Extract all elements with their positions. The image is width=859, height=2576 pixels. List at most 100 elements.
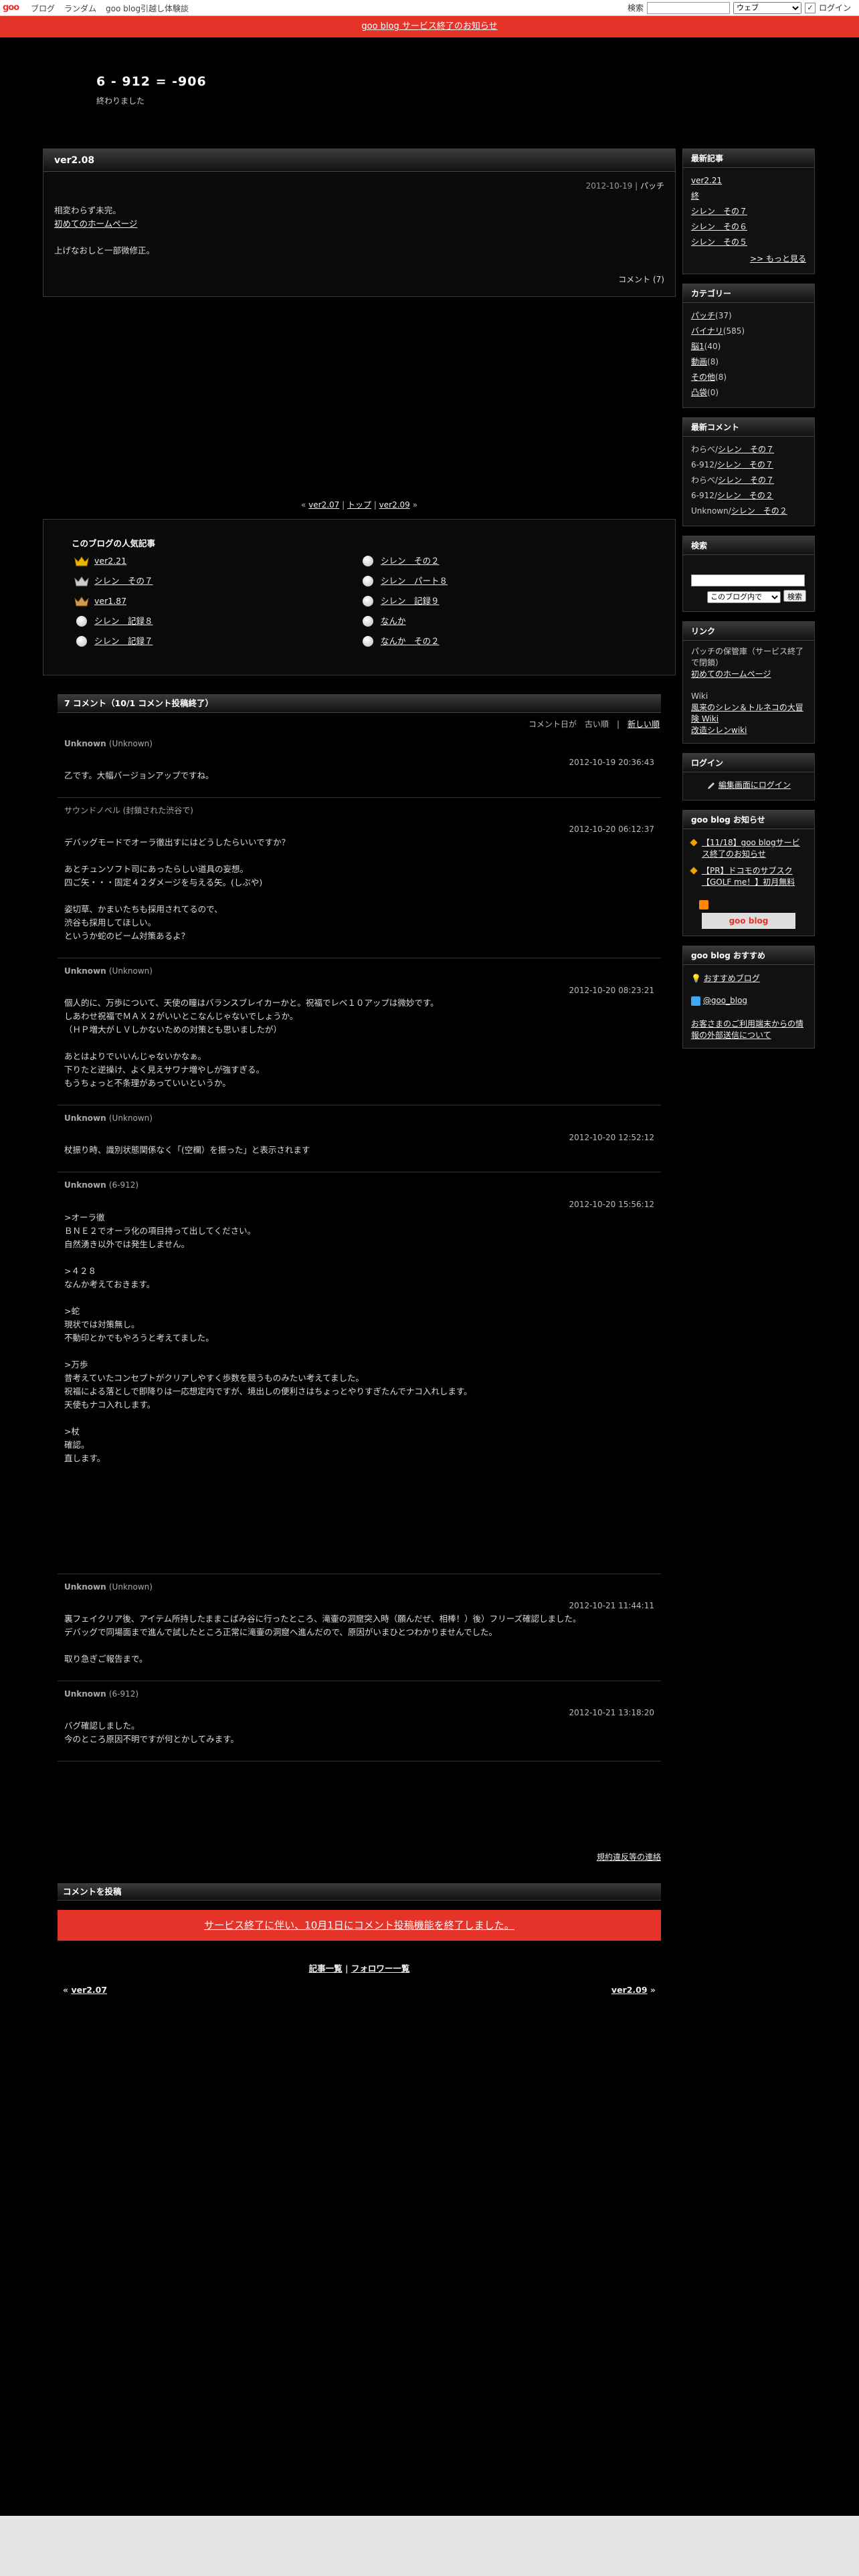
popular-left-4[interactable]: シレン 記録８ — [94, 615, 153, 627]
blog-search-title: 検索 — [683, 536, 814, 555]
article-category[interactable]: パッチ — [640, 181, 664, 191]
follower-list-link[interactable]: フォロワー一覧 — [351, 1963, 410, 1973]
news-link[interactable]: 【11/18】goo blogサービス終了のお知らせ — [702, 837, 806, 860]
rss-icon[interactable] — [699, 899, 708, 909]
recent-post-link[interactable]: ver2.21 — [691, 176, 722, 185]
category-count: (40) — [704, 342, 721, 351]
comment-order-new[interactable]: 新しい順 — [628, 720, 660, 729]
recent-post-link[interactable]: シレン その７ — [691, 207, 747, 216]
comment-order-old: 古い順 — [584, 720, 609, 729]
blog-search-scope[interactable]: このブログ内で — [707, 591, 781, 603]
category-link[interactable]: 脳1 — [691, 342, 704, 351]
blog-search-input[interactable] — [691, 574, 805, 586]
popular-left-1[interactable]: ver2.21 — [94, 554, 126, 567]
pencil-icon — [708, 782, 715, 789]
article-body: 相変わらず未完。 初めてのホームページ 上げなおしと一部微修正。 — [54, 204, 155, 257]
blog-title[interactable]: 6 - 912 = -906 — [96, 72, 207, 92]
comment-post-link[interactable]: シレン その２ — [731, 506, 787, 516]
service-end-notice: goo blog サービス終了のお知らせ — [0, 16, 859, 37]
comment-closed-link[interactable]: サービス終了に伴い、10月1日にコメント投稿機能を終了しました。 — [204, 1919, 514, 1931]
comment-text: 乙です。大幅バージョンアップですね。 — [64, 770, 214, 780]
popular-item: シレン 記録７ — [74, 635, 153, 647]
login-icon[interactable]: ✓ — [805, 3, 816, 14]
comment-post-link[interactable]: シレン その２ — [717, 491, 773, 500]
twitter-link[interactable]: @goo_blog — [703, 996, 747, 1005]
link-desc: パッチの保管庫（サービス終了で閉鎖） — [691, 647, 804, 667]
popular-item: なんか その２ — [361, 635, 440, 647]
page-footer-bar — [0, 2516, 859, 2576]
comment-post-link[interactable]: シレン その７ — [718, 445, 774, 454]
popular-left-5[interactable]: シレン 記録７ — [94, 635, 153, 647]
pager-top[interactable]: トップ — [347, 500, 371, 510]
goo-logo[interactable]: goo — [3, 1, 19, 15]
popular-right-5[interactable]: なんか その２ — [381, 635, 440, 647]
twitter-icon — [691, 996, 700, 1006]
pager-next[interactable]: ver2.09 — [379, 500, 410, 510]
popular-right-2[interactable]: シレン パート８ — [381, 574, 448, 587]
category-link[interactable]: 動画 — [691, 357, 707, 366]
prev-article-link[interactable]: ver2.07 — [71, 1985, 107, 1995]
news-link[interactable]: 【PR】ドコモのサブスク【GOLF me！】初月無料 — [702, 865, 806, 888]
edit-login-link[interactable]: 編集画面にログイン — [719, 780, 791, 790]
link-shiren-wiki[interactable]: 風来のシレン＆トルネコの大冒険 Wiki — [691, 703, 803, 724]
links: リンク パッチの保管庫（サービス終了で閉鎖） 初めてのホームページ Wiki 風… — [682, 621, 815, 744]
popular-right-4[interactable]: なんか — [381, 615, 406, 627]
service-end-link[interactable]: goo blog サービス終了のお知らせ — [361, 21, 497, 31]
category-link[interactable]: パッチ — [691, 311, 715, 320]
article-pager: « ver2.07 | トップ | ver2.09 » — [301, 500, 417, 510]
category-link[interactable]: その他 — [691, 372, 715, 382]
more-posts-link[interactable]: >> もっと見る — [750, 254, 806, 263]
categories-title: カテゴリー — [683, 284, 814, 303]
comment-post-link[interactable]: シレン その７ — [718, 475, 774, 485]
popular-left-2[interactable]: シレン その７ — [94, 574, 153, 587]
top-nav-random[interactable]: ランダム — [64, 3, 96, 15]
popular-item: なんか — [361, 615, 406, 627]
comment-text: >オーラ徹 ＢＮＥ２でオーラ化の項目持って出してください。 自然湧き以外では発生… — [64, 1212, 472, 1463]
bullet-icon — [690, 867, 698, 875]
recent-post-link[interactable]: シレン その６ — [691, 222, 747, 231]
article-title: ver2.08 — [43, 149, 675, 172]
next-article-link[interactable]: ver2.09 — [611, 1985, 648, 1995]
article-link[interactable]: 初めてのホームページ — [54, 219, 137, 229]
comment-item: Unknown (Unknown) 2012-10-21 11:44:11 裏フェイ… — [58, 1574, 661, 1681]
recent-post-link[interactable]: シレン その５ — [691, 237, 747, 247]
article-list-link[interactable]: 記事一覧 — [309, 1963, 343, 1973]
report-violation-link[interactable]: 規約違反等の連絡 — [597, 1851, 661, 1864]
goo-news-title: goo blog お知らせ — [683, 811, 814, 829]
blog-search-button[interactable]: 検索 — [783, 590, 806, 602]
pager-prev[interactable]: ver2.07 — [308, 500, 339, 510]
sidebar: 最新記事 ver2.21 終 シレン その７ シレン その６ シレン その５ >… — [682, 148, 815, 1058]
top-search-input[interactable] — [647, 2, 731, 15]
category-count: (585) — [723, 326, 745, 336]
popular-item: シレン 記録９ — [361, 595, 440, 607]
comments-section: 7 コメント（10/1 コメント投稿終了） コメント日が 古い順 | 新しい順 … — [58, 694, 661, 1761]
login-link[interactable]: ログイン — [819, 2, 851, 15]
popular-right-3[interactable]: シレン 記録９ — [381, 595, 440, 607]
popular-left-3[interactable]: ver1.87 — [94, 595, 126, 607]
popular-right-1[interactable]: シレン その２ — [381, 554, 440, 567]
rank-dot-icon — [363, 595, 373, 607]
goo-blog-badge[interactable]: goo blog — [702, 913, 795, 929]
link-homepage[interactable]: 初めてのホームページ — [691, 669, 771, 679]
recent-post-link[interactable]: 終 — [691, 191, 699, 201]
privacy-link[interactable]: お客さまのご利用端末からの情報の外部送信について — [691, 1019, 803, 1040]
top-search: 検索 ウェブ ✓ ログイン — [628, 2, 851, 15]
links-title: リンク — [683, 622, 814, 641]
article-meta: 2012-10-19 | パッチ — [585, 181, 664, 191]
category-link[interactable]: 凸袋 — [691, 388, 707, 397]
link-kaizou-wiki[interactable]: 改造シレンwiki — [691, 726, 747, 735]
comment-text: 杖振り時、識別状態関係なく「(空欄）を振った」と表示されます — [64, 1145, 310, 1156]
top-search-scope[interactable]: ウェブ — [733, 2, 802, 15]
recommend-blog-link[interactable]: おすすめブログ — [704, 974, 760, 983]
top-nav-blog[interactable]: ブログ — [31, 3, 55, 15]
category-link[interactable]: バイナリ — [691, 326, 723, 336]
comment-date: 2012-10-20 12:52:12 — [569, 1132, 654, 1142]
top-nav-moving[interactable]: goo blog引越し体験談 — [106, 3, 189, 15]
recent-posts: 最新記事 ver2.21 終 シレン その７ シレン その６ シレン その５ >… — [682, 148, 815, 274]
article-comment-link[interactable]: コメント (7) — [618, 274, 664, 286]
comment-post-link[interactable]: シレン その７ — [717, 460, 773, 469]
blog-search: 検索 このブログ内で 検索 — [682, 536, 815, 612]
comment-item: Unknown (6-912) 2012-10-20 15:56:12 >オーラ徹 … — [58, 1172, 661, 1574]
login-box: ログイン 編集画面にログイン — [682, 753, 815, 800]
rank-dot-icon — [363, 555, 373, 566]
